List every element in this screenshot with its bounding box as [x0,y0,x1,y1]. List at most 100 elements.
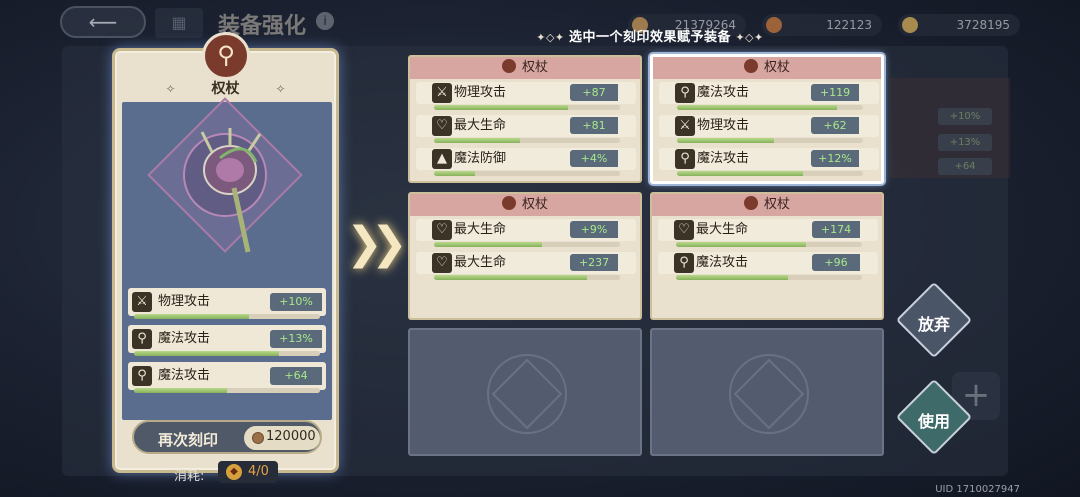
user-id: UID 1710027947 [935,484,1020,495]
option-stat-row: ♡ 最大生命 +237 [416,249,636,282]
stat-bar-fill [434,105,568,110]
stat-bar [434,275,620,280]
stat-bar-fill [676,275,788,280]
option-card-3[interactable]: 权杖 ♡ 最大生命 +9% ♡ 最大生命 +237 [408,192,642,320]
option-card-2[interactable]: 权杖 ⚲ 魔法攻击 +119 ⚔ 物理攻击 +62 ⚲ 魔法攻击 +12% [650,54,884,184]
stat-bar [434,105,620,110]
stat-value: +9% [570,221,618,238]
option-header: 权杖 [410,194,640,216]
stat-bar [434,138,620,143]
option-card-4[interactable]: 权杖 ♡ 最大生命 +174 ⚲ 魔法攻击 +96 [650,192,884,320]
ornament-left-icon: ✦◇✦ [536,31,569,44]
wand-icon: ⚲ [675,149,695,169]
wand-icon: ⚲ [132,329,152,349]
stat-value: +174 [812,221,860,238]
stat-bar [677,138,863,143]
option-stat-row: ♡ 最大生命 +81 [416,112,636,145]
empty-option-slot [408,328,642,456]
ornament-icon: ✧ [275,82,286,96]
scepter-icon [200,128,262,253]
stat-value: +64 [270,367,322,385]
stat-bar-fill [676,242,807,247]
ornament-right-icon: ✦◇✦ [731,31,764,44]
stat-name: 最大生命 [454,255,507,270]
sword-icon: ⚔ [432,83,452,103]
stat-bar [677,105,863,110]
hat-icon: ▲ [432,149,452,169]
stat-bar [677,171,863,176]
option-stat-row: ♡ 最大生命 +9% [416,216,636,249]
stat-bar-fill [434,275,587,280]
stat-value: +119 [811,84,859,101]
option-stat-row: ⚲ 魔法攻击 +96 [658,249,878,282]
scepter-emblem-icon [743,196,758,210]
stat-value: +96 [812,254,860,271]
stat-bar-fill [677,171,804,176]
option-header: 权杖 [652,194,882,216]
equipment-stat-row: ⚲ 魔法攻击 +64 [132,366,322,396]
stat-bar [434,171,620,176]
empty-option-slot [650,328,884,456]
stat-bar-fill [434,138,520,143]
scepter-emblem-icon: ⚲ [202,32,250,80]
stat-bar-fill [677,105,837,110]
stat-bar-fill [134,314,250,319]
use-label: 使用 [918,412,951,431]
stat-bar-fill [434,242,542,247]
stat-name: 物理攻击 [158,294,211,309]
stat-value: +237 [570,254,618,271]
option-stat-row: ⚲ 魔法攻击 +12% [659,145,879,178]
stat-bar [676,275,862,280]
wand-icon: ⚲ [675,83,695,103]
stat-name: 最大生命 [454,118,507,133]
option-stat-row: ▲ 魔法防御 +4% [416,145,636,178]
background-badge: +13% [938,134,992,151]
stat-name: 最大生命 [454,222,507,237]
heart-icon: ♡ [432,253,452,273]
option-stat-row: ♡ 最大生命 +174 [658,216,878,249]
background-badge: +10% [938,108,992,125]
option-title: 权杖 [763,60,790,75]
stat-name: 魔法攻击 [158,331,211,346]
option-header: 权杖 [410,57,640,79]
wand-icon: ⚲ [674,253,694,273]
stat-bar [676,242,862,247]
option-stat-row: ⚔ 物理攻击 +87 [416,79,636,112]
grid-icon: ▦ [171,13,187,32]
back-button[interactable]: ⟵ [60,6,146,38]
stat-name: 魔法攻击 [696,255,749,270]
currency-gold: 3728195 [898,14,1020,36]
engrave-stone-icon: ◆ [226,464,242,480]
stat-name: 最大生命 [696,222,749,237]
currency-value: 122123 [826,18,872,32]
stat-name: 魔法防御 [454,151,507,166]
stat-value: +87 [570,84,618,101]
background-badge: +64 [938,158,992,175]
stat-bar-fill [134,388,227,393]
reengrave-button[interactable]: 再次刻印 120000 [132,420,322,454]
stat-value: +10% [270,293,322,311]
option-title: 权杖 [521,60,548,75]
stat-bar [134,351,320,356]
stat-name: 魔法攻击 [697,151,750,166]
equipment-name-text: 权杖 [211,81,240,97]
equipment-stat-row: ⚲ 魔法攻击 +13% [132,329,322,359]
option-card-1[interactable]: 权杖 ⚔ 物理攻击 +87 ♡ 最大生命 +81 ▲ 魔法防御 +4% [408,55,642,183]
stat-bar [134,388,320,393]
currency-value: 3728195 [956,18,1010,32]
stat-bar [134,314,320,319]
ornament-icon: ✧ [165,82,176,96]
sword-icon: ⚔ [675,116,695,136]
info-icon[interactable]: i [316,12,334,30]
sword-icon: ⚔ [132,292,152,312]
coin-icon [252,432,264,444]
stat-bar-fill [434,171,475,176]
option-stat-row: ⚔ 物理攻击 +62 [659,112,879,145]
stat-name: 魔法攻击 [158,368,211,383]
stat-value: +81 [570,117,618,134]
equipment-name: ✧ 权杖 ✧ [112,78,339,98]
consume-value: 4/0 [248,464,269,479]
reengrave-label: 再次刻印 [158,431,219,449]
stat-value: +4% [570,150,618,167]
grid-menu-button[interactable]: ▦ [155,8,203,38]
